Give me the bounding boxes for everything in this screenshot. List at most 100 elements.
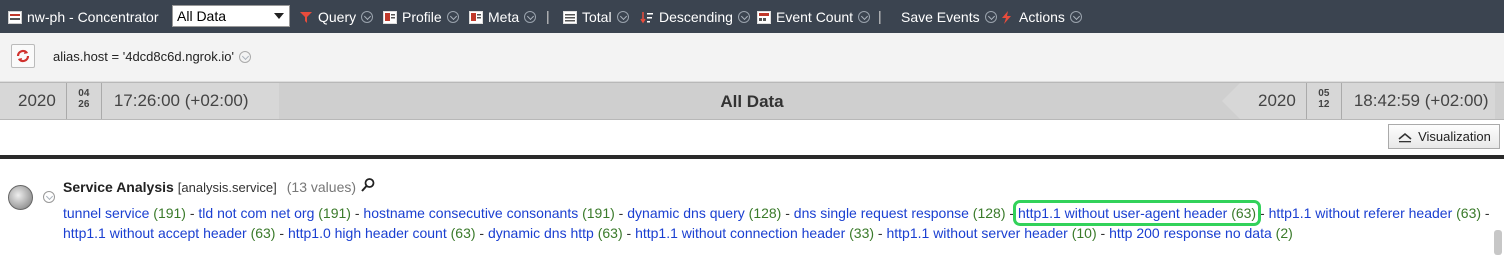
app-title: nw-ph - Concentrator	[8, 9, 159, 25]
meta-value-count: (10)	[1067, 225, 1097, 241]
time-range-select[interactable]: All Data	[172, 5, 290, 27]
profile-icon	[383, 10, 397, 24]
meta-value-link[interactable]: tld not com net org	[198, 205, 314, 221]
meta-value-count: (191)	[578, 205, 615, 221]
meta-key-name: [analysis.service]	[177, 179, 277, 195]
meta-value-link[interactable]: dynamic dns query	[627, 205, 745, 221]
profile-button[interactable]: Profile	[383, 9, 459, 25]
section-title: Service Analysis [analysis.service] (13 …	[63, 177, 376, 195]
event-count-button[interactable]: Event Count	[757, 9, 871, 25]
time-range-bar: 2020 04 26 17:26:00 (+02:00) All Data 20…	[0, 82, 1504, 120]
meta-value-count: (191)	[149, 205, 186, 221]
meta-value-count: (33)	[845, 225, 875, 241]
visualization-bar	[0, 120, 1504, 156]
query-button[interactable]: Query	[299, 9, 374, 25]
query-breadcrumb[interactable]: alias.host = '4dcd8c6d.ngrok.io'	[53, 49, 251, 64]
lightning-icon	[1002, 10, 1011, 24]
meta-value-item: http1.1 without referer header (63)	[1269, 205, 1481, 221]
meta-value-item: dynamic dns query (128)	[627, 205, 781, 221]
chevron-down-icon	[1069, 11, 1082, 23]
meta-value-count: (191)	[314, 205, 351, 221]
end-time[interactable]: 2020 05 12 18:42:59 (+02:00)	[1222, 83, 1495, 119]
meta-value-link[interactable]: tunnel service	[63, 205, 149, 221]
event-count-icon	[757, 10, 771, 24]
refresh-button[interactable]	[11, 44, 35, 68]
value-separator: -	[475, 225, 488, 241]
chevron-down-icon	[361, 11, 374, 23]
meta-value-link[interactable]: hostname consecutive consonants	[363, 205, 578, 221]
group-icon[interactable]	[8, 185, 33, 210]
toolbar-separator: |	[878, 8, 882, 24]
meta-value-item: http1.1 without connection header (33)	[635, 225, 874, 241]
value-separator: -	[614, 205, 628, 221]
meta-value-item: dns single request response (128)	[794, 205, 1006, 221]
value-separator: -	[1096, 225, 1110, 241]
values-count: (13 values)	[286, 179, 357, 195]
end-time-value: 18:42:59 (+02:00)	[1341, 83, 1495, 119]
meta-value-count: (63)	[593, 225, 623, 241]
toolbar-separator: |	[546, 8, 550, 24]
meta-value-count: (128)	[968, 205, 1006, 221]
value-separator: -	[622, 225, 636, 241]
meta-key-title: Service Analysis	[63, 179, 174, 195]
meta-value-count: (63)	[246, 225, 276, 241]
meta-values-list: tunnel service (191) - tld not com net o…	[63, 200, 1493, 243]
visualization-button[interactable]: Visualization	[1388, 124, 1500, 149]
top-toolbar: nw-ph - Concentrator All Data Query Prof…	[0, 0, 1504, 33]
descending-button[interactable]: Descending	[640, 9, 750, 25]
meta-value-item: tld not com net org (191)	[198, 205, 351, 221]
value-separator: -	[1481, 205, 1490, 221]
meta-button[interactable]: Meta	[469, 9, 537, 25]
concentrator-icon	[8, 10, 22, 24]
meta-icon	[469, 10, 483, 24]
meta-value-link[interactable]: http 200 response no data	[1109, 225, 1272, 241]
save-events-button[interactable]: Save Events	[901, 9, 997, 25]
scrollbar[interactable]	[1494, 230, 1502, 255]
meta-value-link[interactable]: http1.0 high header count	[288, 225, 447, 241]
meta-value-item: http1.1 without accept header (63)	[63, 225, 275, 241]
meta-value-link[interactable]: http1.1 without server header	[886, 225, 1067, 241]
chevron-down-icon[interactable]	[43, 191, 55, 203]
meta-value-item: http 200 response no data (2)	[1109, 225, 1293, 241]
meta-value-link[interactable]: http1.1 without accept header	[63, 225, 247, 241]
meta-value-count: (63)	[1227, 205, 1257, 221]
meta-value-link[interactable]: dns single request response	[794, 205, 969, 221]
meta-value-item: http1.1 without user-agent header (63)	[1012, 200, 1262, 226]
value-separator: -	[874, 225, 887, 241]
actions-button[interactable]: Actions	[1000, 9, 1082, 25]
meta-value-item: dynamic dns http (63)	[488, 225, 623, 241]
chevron-down-icon	[274, 13, 284, 19]
value-separator: -	[275, 225, 288, 241]
end-arrow	[1222, 83, 1240, 119]
meta-value-link[interactable]: http1.1 without referer header	[1269, 205, 1453, 221]
meta-value-link[interactable]: dynamic dns http	[488, 225, 594, 241]
chevron-down-icon[interactable]	[238, 50, 251, 63]
total-button[interactable]: Total	[563, 9, 629, 25]
meta-value-link[interactable]: http1.1 without connection header	[635, 225, 845, 241]
meta-value-item: tunnel service (191)	[63, 205, 186, 221]
meta-value-item: hostname consecutive consonants (191)	[363, 205, 614, 221]
meta-value-item: http1.1 without server header (10)	[886, 225, 1096, 241]
meta-value-count: (63)	[446, 225, 476, 241]
value-separator: -	[185, 205, 199, 221]
value-separator: -	[350, 205, 364, 221]
end-month-day: 05 12	[1306, 83, 1342, 119]
meta-value-count: (128)	[744, 205, 782, 221]
chevron-down-icon	[446, 11, 459, 23]
meta-value-count: (2)	[1271, 225, 1293, 241]
value-separator: -	[1256, 205, 1269, 221]
chevron-down-icon	[616, 11, 629, 23]
sort-descending-icon	[640, 11, 653, 23]
refresh-icon	[16, 49, 30, 63]
total-icon	[563, 10, 577, 24]
chevron-down-icon	[858, 11, 871, 23]
chevron-up-icon	[1398, 132, 1412, 142]
chevron-down-icon	[524, 11, 537, 23]
meta-value-item: http1.0 high header count (63)	[288, 225, 476, 241]
meta-value-link[interactable]: http1.1 without user-agent header	[1018, 205, 1227, 221]
search-icon[interactable]	[360, 177, 376, 193]
meta-value-count: (63)	[1452, 205, 1482, 221]
filter-icon	[300, 11, 312, 23]
value-separator: -	[1005, 205, 1018, 221]
chevron-down-icon	[984, 11, 997, 23]
